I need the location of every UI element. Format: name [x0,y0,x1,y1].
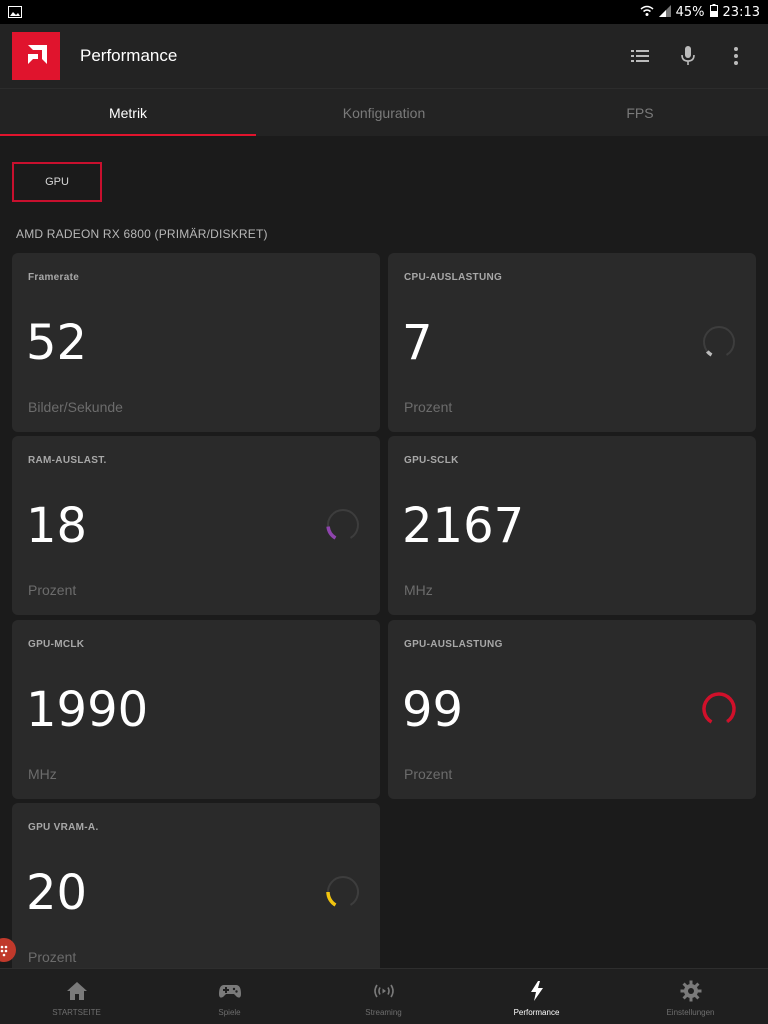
metric-label: Framerate [28,272,80,283]
nav-label: Streaming [365,1008,402,1017]
nav-label: STARTSEITE [52,1008,101,1017]
metric-label: RAM-AUSLAST. [28,455,107,466]
grid-icon [0,945,8,957]
metric-unit: Bilder/Sekunde [28,399,123,415]
metric-unit: MHz [28,766,57,782]
gauge-fill [705,350,713,357]
lightning-icon [530,981,543,1001]
metric-card-gpu-mclk[interactable]: GPU-MCLK 1990 MHz [12,620,380,799]
battery-percent: 45% [675,4,705,20]
gpu-vram-gauge [326,876,359,907]
nav-label: Performance [513,1008,560,1017]
nav-item-einstellungen[interactable]: Einstellungen [614,969,767,1024]
metric-unit: Prozent [404,399,453,415]
tab-fps[interactable]: FPS [512,89,768,137]
bottom-navigation: STARTSEITE Spiele Streaming Performance … [0,968,768,1024]
nav-item-performance[interactable]: Performance [460,969,613,1024]
metric-unit: Prozent [404,766,453,782]
metric-card-framerate[interactable]: Framerate 52 Bilder/Sekunde [12,253,380,432]
nav-item-startseite[interactable]: STARTSEITE [0,969,153,1024]
metric-label: GPU-SCLK [404,455,459,466]
home-icon [66,982,87,1000]
metric-label: CPU-AUSLASTUNG [404,272,503,283]
metric-card-gpu-vram[interactable]: GPU VRAM-A. 20 Prozent [12,803,380,982]
device-name: AMD RADEON RX 6800 (PRIMÄR/DISKRET) [16,227,268,241]
list-icon [631,50,649,62]
gpu-filter-button[interactable]: GPU [12,162,102,202]
gauge-fill [326,526,337,540]
streaming-icon [373,984,394,998]
tab-metrik[interactable]: Metrik [0,89,256,137]
wifi-icon [640,4,654,20]
signal-icon [658,4,671,20]
metric-card-ram-usage[interactable]: RAM-AUSLAST. 18 Prozent [12,436,380,615]
metric-label: GPU-MCLK [28,639,85,650]
floating-overlay-button[interactable] [0,938,16,962]
status-bar: 45% 23:13 [0,0,768,24]
gamepad-icon [218,985,241,998]
metric-value: 99 [402,682,464,738]
tab-bar: Metrik Konfiguration FPS [0,88,768,136]
metric-value: 52 [26,315,88,371]
voice-search-button[interactable] [676,44,700,68]
more-options-button[interactable] [724,44,748,68]
metric-label: GPU-AUSLASTUNG [404,639,503,650]
gear-icon [680,980,701,1002]
microphone-icon [681,46,695,65]
metric-card-gpu-usage[interactable]: GPU-AUSLASTUNG 99 Prozent [388,620,756,799]
metric-card-gpu-sclk[interactable]: GPU-SCLK 2167 MHz [388,436,756,615]
gpu-usage-gauge [702,692,736,724]
ram-usage-gauge [326,509,359,540]
active-tab-indicator [0,134,256,136]
nav-item-spiele[interactable]: Spiele [153,969,306,1024]
nav-item-streaming[interactable]: Streaming [307,969,460,1024]
metric-card-cpu-usage[interactable]: CPU-AUSLASTUNG 7 Prozent [388,253,756,432]
page-title: Performance [80,46,178,65]
metric-value: 7 [402,315,433,371]
metric-unit: MHz [404,582,433,598]
gauge-fill [702,692,736,724]
clock: 23:13 [722,4,760,20]
gallery-notification-icon [8,5,22,23]
more-vertical-icon [734,47,738,65]
metric-value: 20 [26,865,88,921]
amd-logo-icon [12,32,60,80]
list-view-button[interactable] [628,44,652,68]
metric-value: 2167 [402,498,525,554]
battery-icon [709,4,718,20]
cpu-usage-gauge [703,326,735,357]
nav-label: Spiele [218,1008,241,1017]
metric-value: 1990 [26,682,149,738]
app-bar: Performance [0,24,768,88]
metric-unit: Prozent [28,949,77,965]
metric-value: 18 [26,498,88,554]
metric-label: GPU VRAM-A. [28,822,99,833]
nav-label: Einstellungen [666,1008,715,1017]
gauge-fill [326,891,337,907]
tab-konfiguration[interactable]: Konfiguration [256,89,512,137]
metric-unit: Prozent [28,582,77,598]
